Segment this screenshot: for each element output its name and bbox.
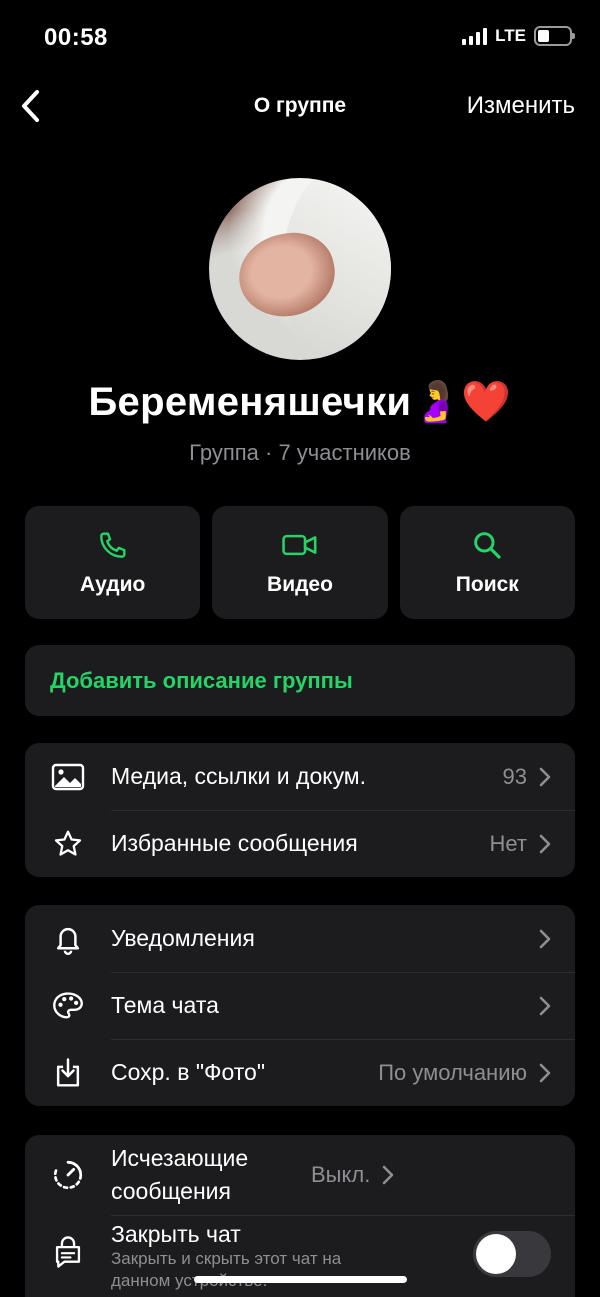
notifications-label: Уведомления [111,925,255,951]
search-button[interactable]: Поиск [399,506,575,619]
save-to-photos-row[interactable]: Сохр. в "Фото" По умолчанию [25,1039,575,1106]
home-indicator[interactable] [194,1276,407,1283]
privacy-section: Исчезающие сообщения Выкл. Закрыть чат З… [25,1135,575,1297]
chevron-right-icon [382,1165,418,1185]
chat-theme-label: Тема чата [111,992,219,1018]
starred-messages-row[interactable]: Избранные сообщения Нет [25,810,575,877]
add-description-button[interactable]: Добавить описание группы [25,645,575,716]
search-icon [474,531,501,559]
lock-chat-row[interactable]: Закрыть чат Закрыть и скрыть этот чат на… [25,1215,575,1297]
star-icon [25,828,111,860]
audio-call-button[interactable]: Аудио [25,506,201,619]
chevron-right-icon [539,929,575,949]
notifications-row[interactable]: Уведомления [25,905,575,972]
settings-section: Уведомления Тема чата Сохр. в "Фото" По … [25,905,575,1106]
group-avatar[interactable] [209,178,391,360]
lock-chat-toggle[interactable] [473,1231,551,1277]
media-section: Медиа, ссылки и докум. 93 Избранные сооб… [25,743,575,877]
media-label: Медиа, ссылки и докум. [111,763,367,789]
navigation-bar: О группе Изменить [0,80,600,134]
media-count: 93 [502,763,527,789]
signal-icon [462,27,488,45]
palette-icon [25,991,111,1021]
video-camera-icon [282,534,317,555]
chevron-right-icon [539,1063,575,1083]
toggle-knob [476,1234,516,1274]
bell-icon [25,923,111,955]
battery-icon [534,26,575,46]
disappearing-label: Исчезающие сообщения [111,1145,249,1204]
disappearing-messages-row[interactable]: Исчезающие сообщения Выкл. [25,1135,575,1215]
group-subtitle[interactable]: Группа · 7 участников [0,440,600,466]
save-to-photos-label: Сохр. в "Фото" [111,1059,265,1085]
media-links-docs-row[interactable]: Медиа, ссылки и докум. 93 [25,743,575,810]
chevron-right-icon [539,767,575,787]
edit-button[interactable]: Изменить [467,92,575,120]
add-description-label: Добавить описание группы [50,667,353,693]
search-label: Поиск [455,572,519,596]
lock-chat-sublabel: Закрыть и скрыть этот чат на данном устр… [111,1249,342,1290]
chat-theme-row[interactable]: Тема чата [25,972,575,1039]
save-to-photos-value: По умолчанию [378,1059,527,1085]
timer-icon [25,1158,111,1192]
disappearing-value: Выкл. [311,1162,371,1187]
starred-label: Избранные сообщения [111,830,358,856]
save-download-icon [25,1057,111,1089]
group-name: Беременяшечки🤰❤️ [88,380,512,424]
lock-chat-label: Закрыть чат [111,1221,241,1247]
video-call-button[interactable]: Видео [212,506,388,619]
audio-label: Аудио [79,572,146,596]
starred-value: Нет [489,830,527,856]
video-label: Видео [267,572,333,596]
chevron-right-icon [539,834,575,854]
status-bar: 00:58 LTE [0,0,600,70]
action-buttons: Аудио Видео Поиск [25,506,575,619]
network-label: LTE [495,26,526,45]
battery-level [538,30,549,42]
chevron-right-icon [539,996,575,1016]
phone-icon [99,531,126,558]
lock-chat-icon [25,1221,111,1269]
photo-icon [25,763,111,791]
status-time: 00:58 [44,24,108,51]
status-indicators: LTE [462,26,575,46]
